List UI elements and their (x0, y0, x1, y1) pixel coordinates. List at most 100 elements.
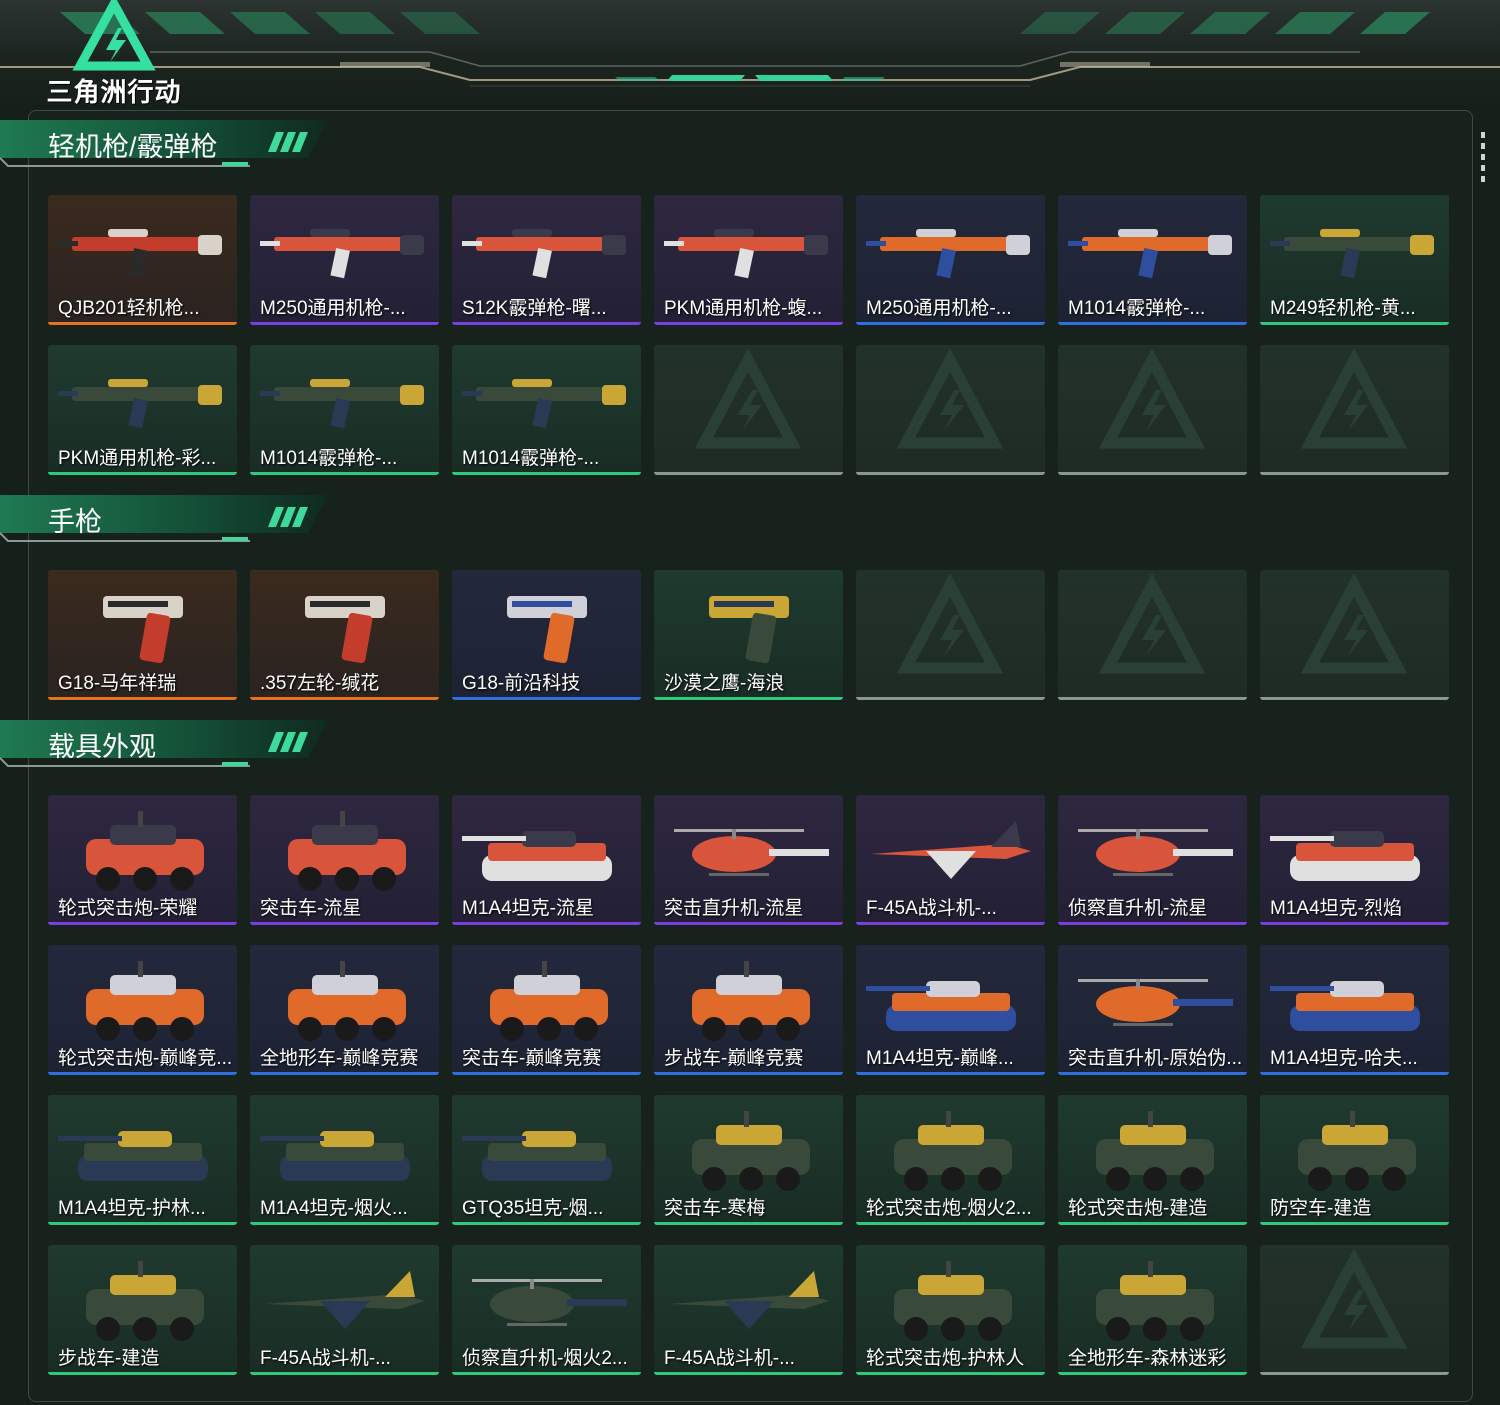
rarity-bar (1260, 1222, 1449, 1225)
skin-card[interactable]: 轮式突击炮-烟火2... (856, 1095, 1045, 1225)
placeholder-logo-icon (1300, 1248, 1408, 1349)
rarity-bar (856, 472, 1045, 475)
skin-card[interactable]: GTQ35坦克-烟... (452, 1095, 641, 1225)
skin-card[interactable]: 步战车-建造 (48, 1245, 237, 1375)
section-title: 轻机枪/霰弹枪 (48, 132, 218, 162)
card-label: 防空车-建造 (1270, 1198, 1372, 1219)
card-label: 突击车-流星 (260, 898, 362, 919)
skin-card[interactable]: PKM通用机枪-蝮... (654, 195, 843, 325)
rarity-bar (1260, 922, 1449, 925)
rarity-bar (856, 922, 1045, 925)
placeholder-logo-icon (1098, 348, 1206, 449)
placeholder-logo-icon (896, 573, 1004, 674)
skin-card[interactable]: M1014霰弹枪-... (1058, 195, 1247, 325)
skin-card[interactable]: 全地形车-森林迷彩 (1058, 1245, 1247, 1375)
skin-card[interactable]: M1A4坦克-巅峰... (856, 945, 1045, 1075)
placeholder-logo-icon (896, 348, 1004, 449)
rarity-bar (1058, 697, 1247, 700)
card-label: GTQ35坦克-烟... (462, 1198, 604, 1219)
skin-card[interactable]: M1A4坦克-护林... (48, 1095, 237, 1225)
skin-card[interactable]: G18-马年祥瑞 (48, 570, 237, 700)
card-label: 全地形车-巅峰竞赛 (260, 1048, 419, 1069)
rarity-bar (452, 1372, 641, 1375)
card-label: F-45A战斗机-... (664, 1348, 795, 1369)
scroll-indicator[interactable] (1481, 132, 1485, 182)
skin-card[interactable]: 轮式突击炮-荣耀 (48, 795, 237, 925)
skin-card[interactable]: 沙漠之鹰-海浪 (654, 570, 843, 700)
section-title: 手枪 (48, 507, 102, 537)
rarity-bar (1260, 322, 1449, 325)
skin-card[interactable]: 侦察直升机-流星 (1058, 795, 1247, 925)
skin-card[interactable]: M1A4坦克-烟火... (250, 1095, 439, 1225)
gun-icon (1068, 229, 1232, 279)
skin-card[interactable]: M1A4坦克-烈焰 (1260, 795, 1449, 925)
card-label: 轮式突击炮-巅峰竞... (58, 1048, 233, 1069)
card-label: 轮式突击炮-荣耀 (58, 898, 198, 919)
skin-card[interactable]: F-45A战斗机-... (654, 1245, 843, 1375)
card-label: G18-前沿科技 (462, 673, 581, 694)
placeholder-logo-icon (1098, 573, 1206, 674)
vehicle-icon (86, 961, 204, 1041)
rarity-bar (48, 922, 237, 925)
card-label: M1014霰弹枪-... (462, 448, 600, 469)
jet-icon (871, 821, 1031, 879)
empty-slot (1058, 345, 1247, 475)
gun-icon (664, 229, 828, 279)
skin-card[interactable]: 防空车-建造 (1260, 1095, 1449, 1225)
card-label: M1A4坦克-烟火... (260, 1198, 408, 1219)
heli-icon (472, 1279, 627, 1326)
rarity-bar (856, 1072, 1045, 1075)
gun-icon (58, 229, 222, 279)
skin-card[interactable]: 全地形车-巅峰竞赛 (250, 945, 439, 1075)
empty-slot (654, 345, 843, 475)
gun-icon (260, 379, 424, 429)
skin-card[interactable]: G18-前沿科技 (452, 570, 641, 700)
skin-card[interactable]: F-45A战斗机-... (250, 1245, 439, 1375)
delta-logo-icon (72, 0, 156, 71)
rarity-bar (1058, 1222, 1247, 1225)
rarity-bar (48, 1072, 237, 1075)
section-header: 手枪 (0, 495, 340, 547)
skin-card[interactable]: 突击车-寒梅 (654, 1095, 843, 1225)
card-label: M1A4坦克-护林... (58, 1198, 206, 1219)
jet-icon (265, 1271, 425, 1329)
skin-card[interactable]: F-45A战斗机-... (856, 795, 1045, 925)
skin-card[interactable]: 轮式突击炮-巅峰竞... (48, 945, 237, 1075)
rarity-bar (250, 322, 439, 325)
skin-card[interactable]: 轮式突击炮-护林人 (856, 1245, 1045, 1375)
rarity-bar (654, 322, 843, 325)
skin-card[interactable]: 突击车-巅峰竞赛 (452, 945, 641, 1075)
empty-slot (1058, 570, 1247, 700)
rarity-bar (856, 1222, 1045, 1225)
card-label: F-45A战斗机-... (260, 1348, 391, 1369)
rarity-bar (856, 697, 1045, 700)
skin-card[interactable]: PKM通用机枪-彩... (48, 345, 237, 475)
rarity-bar (250, 697, 439, 700)
skin-card[interactable]: M1A4坦克-哈夫... (1260, 945, 1449, 1075)
skin-card[interactable]: QJB201轻机枪... (48, 195, 237, 325)
skin-card[interactable]: M1014霰弹枪-... (452, 345, 641, 475)
skin-card[interactable]: 步战车-巅峰竞赛 (654, 945, 843, 1075)
skin-card[interactable]: 轮式突击炮-建造 (1058, 1095, 1247, 1225)
skin-card[interactable]: 侦察直升机-烟火2... (452, 1245, 641, 1375)
rarity-bar (1260, 1072, 1449, 1075)
rarity-bar (250, 1072, 439, 1075)
tank-icon (58, 1131, 208, 1181)
empty-slot (1260, 570, 1449, 700)
skin-card[interactable]: 突击直升机-原始伪... (1058, 945, 1247, 1075)
tank-icon (1270, 981, 1420, 1031)
vehicle-icon (894, 1261, 1012, 1341)
skin-card[interactable]: S12K霰弹枪-曙... (452, 195, 641, 325)
skin-card[interactable]: M1A4坦克-流星 (452, 795, 641, 925)
skin-card[interactable]: M250通用机枪-... (856, 195, 1045, 325)
rarity-bar (250, 472, 439, 475)
vehicle-icon (894, 1111, 1012, 1191)
skin-card[interactable]: M1014霰弹枪-... (250, 345, 439, 475)
skin-card[interactable]: 突击直升机-流星 (654, 795, 843, 925)
skin-card[interactable]: .357左轮-缄花 (250, 570, 439, 700)
skin-card[interactable]: 突击车-流星 (250, 795, 439, 925)
skin-card[interactable]: M249轻机枪-黄... (1260, 195, 1449, 325)
card-label: 突击车-寒梅 (664, 1198, 766, 1219)
gun-icon (462, 229, 626, 279)
skin-card[interactable]: M250通用机枪-... (250, 195, 439, 325)
